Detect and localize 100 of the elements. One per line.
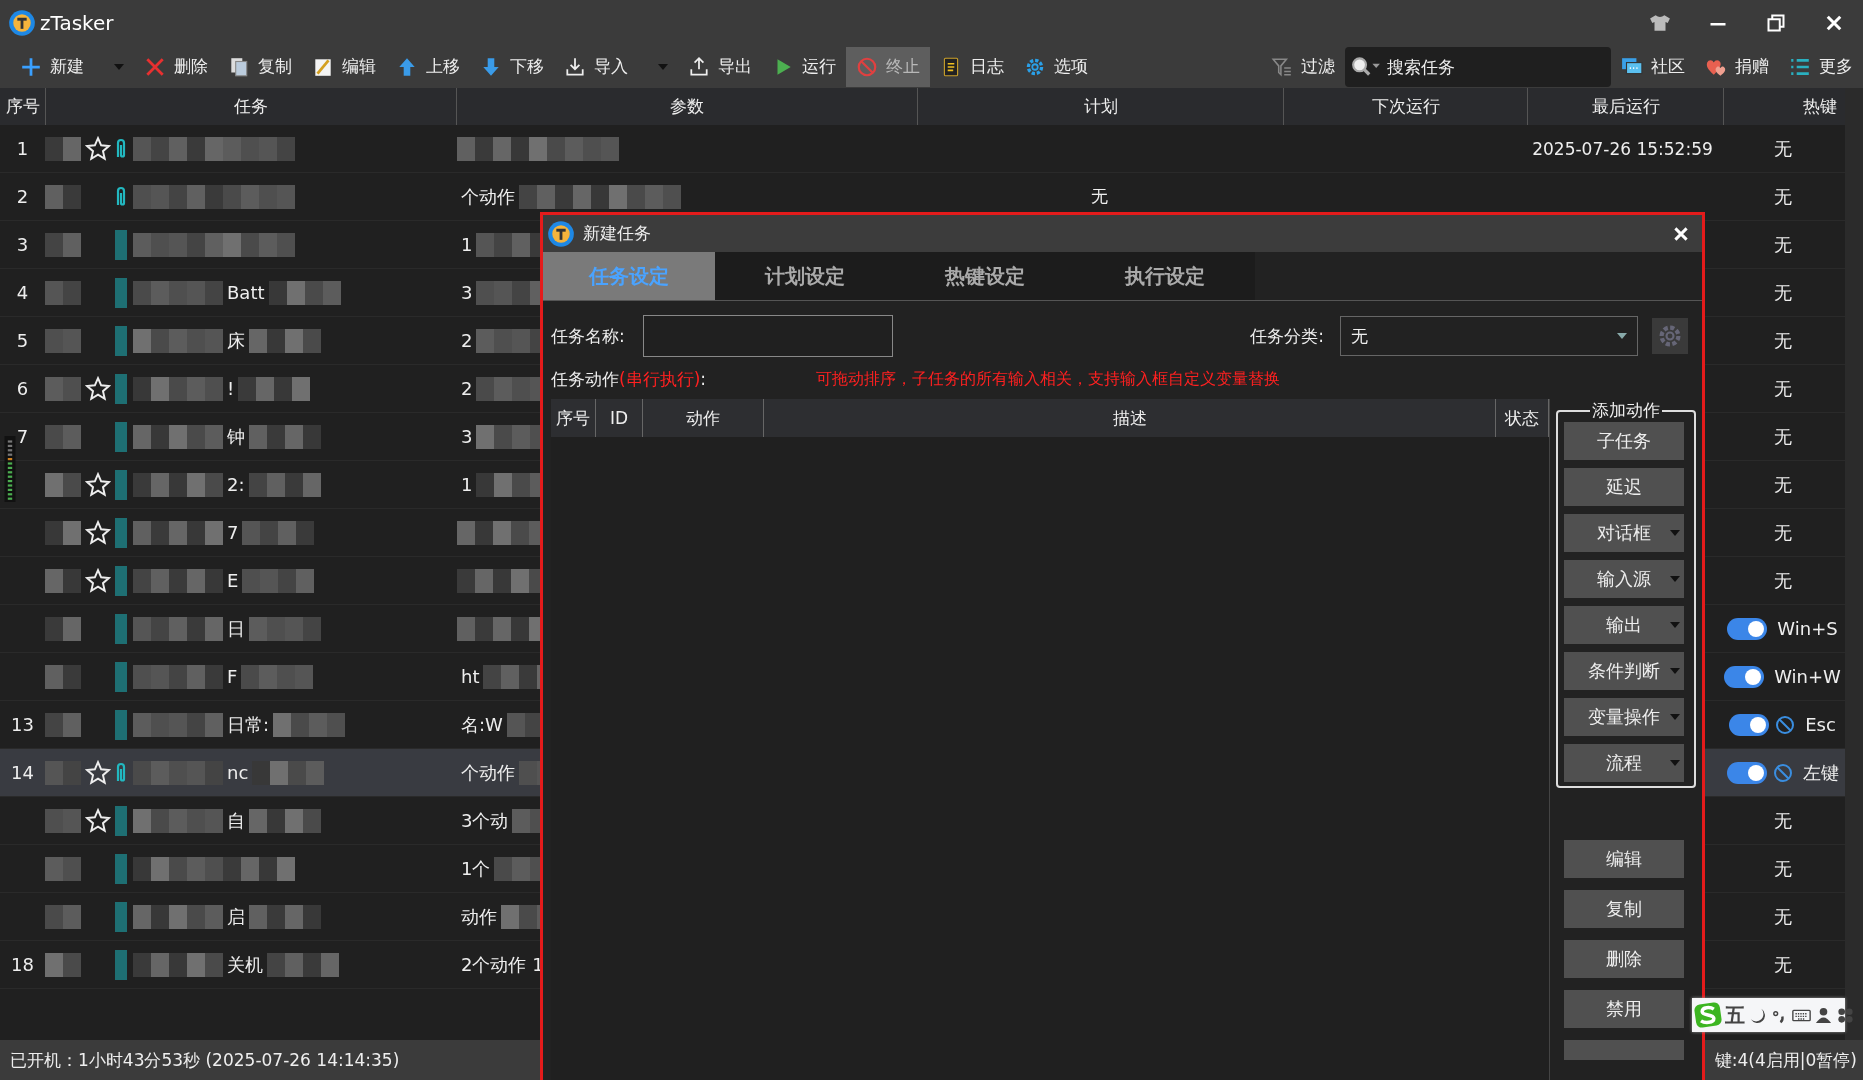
redacted-text bbox=[223, 184, 295, 209]
tab[interactable]: 执行设定 bbox=[1075, 252, 1255, 300]
redacted-icon bbox=[115, 709, 127, 740]
user-icon[interactable] bbox=[1814, 1005, 1833, 1025]
params-text: 个动作 bbox=[460, 760, 516, 785]
column-header[interactable]: 状态 bbox=[1496, 399, 1549, 437]
toolbar-button[interactable]: 复制 bbox=[218, 46, 302, 87]
hotkey-text: 无 bbox=[1773, 280, 1792, 305]
toolbar-button[interactable]: 运行 bbox=[762, 46, 846, 87]
task-name: 2: bbox=[226, 474, 246, 495]
params-text: 2 bbox=[460, 330, 474, 351]
toggle-switch[interactable] bbox=[1726, 761, 1767, 784]
category-dropdown[interactable]: 无 bbox=[1340, 316, 1638, 356]
toolbar-button[interactable]: 导入 bbox=[554, 46, 678, 87]
row-number: 18 bbox=[11, 954, 34, 975]
column-header[interactable]: 动作 bbox=[643, 399, 764, 437]
hotkey-text: 无 bbox=[1773, 952, 1792, 977]
tab[interactable]: 热键设定 bbox=[895, 252, 1075, 300]
toggle-switch[interactable] bbox=[1724, 665, 1765, 688]
field-label: 任务分类: bbox=[1250, 324, 1324, 348]
tab[interactable]: 计划设定 bbox=[715, 252, 895, 300]
redacted-icon bbox=[115, 277, 127, 308]
hotkey-text: 无 bbox=[1773, 520, 1792, 545]
action-button[interactable]: 输出 bbox=[1564, 606, 1684, 644]
toolbar-button[interactable]: 删除 bbox=[134, 46, 218, 87]
restore-icon[interactable] bbox=[1765, 12, 1787, 33]
task-name: 床 bbox=[226, 328, 246, 353]
input-method-logo-icon[interactable] bbox=[1694, 1001, 1722, 1029]
toolbar-button[interactable]: 日志 bbox=[930, 46, 1014, 87]
toolbar-button[interactable]: 上移 bbox=[386, 46, 470, 87]
row-number: 6 bbox=[16, 378, 29, 399]
redacted-text bbox=[45, 424, 81, 449]
params-text: 1 bbox=[460, 474, 474, 495]
caret-icon bbox=[1670, 668, 1680, 674]
column-header[interactable]: 序号 bbox=[0, 88, 46, 125]
action-button[interactable]: 输入源 bbox=[1564, 560, 1684, 598]
action-button[interactable]: 复制 bbox=[1564, 890, 1684, 928]
task-name-field[interactable] bbox=[642, 315, 893, 357]
toolbar-button[interactable]: 社区 bbox=[1611, 46, 1695, 87]
action-button[interactable]: 禁用 bbox=[1564, 990, 1684, 1028]
toolbar-button[interactable]: 新建 bbox=[10, 46, 134, 87]
window-title: zTasker bbox=[40, 10, 114, 35]
shirt-icon[interactable] bbox=[1649, 12, 1671, 33]
redacted-text bbox=[249, 616, 321, 641]
grid-icon[interactable] bbox=[1836, 1005, 1855, 1025]
toolbar-button[interactable]: 编辑 bbox=[302, 46, 386, 87]
schedule-text: 无 bbox=[1091, 185, 1108, 208]
task-name: 自 bbox=[226, 808, 246, 833]
action-button[interactable]: 删除 bbox=[1564, 940, 1684, 978]
action-button[interactable]: 流程 bbox=[1564, 744, 1684, 782]
toolbar-button[interactable]: 下移 bbox=[470, 46, 554, 87]
star-icon[interactable] bbox=[85, 375, 111, 402]
caret-icon bbox=[1670, 530, 1680, 536]
hotkey-text: 无 bbox=[1773, 808, 1792, 833]
redacted-text bbox=[223, 856, 295, 881]
group-title: 添加动作 bbox=[1591, 399, 1661, 422]
hotkey-text: 无 bbox=[1773, 856, 1792, 881]
action-button[interactable]: 编辑 bbox=[1564, 840, 1684, 878]
redacted-icon bbox=[115, 901, 127, 932]
scrollbar[interactable] bbox=[1845, 88, 1863, 1040]
toolbar-button[interactable]: 更多 bbox=[1779, 46, 1863, 87]
toolbar-button[interactable]: 选项 bbox=[1014, 46, 1098, 87]
column-header[interactable]: 序号 bbox=[551, 399, 596, 437]
star-icon[interactable] bbox=[85, 519, 111, 546]
filter-button[interactable]: 过滤 bbox=[1261, 46, 1345, 87]
hotkey-count: 键:4(4启用|0暂停) bbox=[1714, 1048, 1857, 1072]
toolbar-button[interactable]: 导出 bbox=[678, 46, 762, 87]
column-header[interactable]: 热键 bbox=[1724, 88, 1845, 125]
column-header[interactable]: 下次运行 bbox=[1284, 88, 1528, 125]
toolbar-button[interactable]: 捐赠 bbox=[1695, 46, 1779, 87]
params-text: ht bbox=[460, 666, 481, 687]
toggle-switch[interactable] bbox=[1729, 713, 1770, 736]
action-button[interactable]: 延迟 bbox=[1564, 468, 1684, 506]
input-mode-text[interactable]: 五 bbox=[1725, 1001, 1745, 1029]
action-button[interactable]: 条件判断 bbox=[1564, 652, 1684, 690]
search-field[interactable]: 搜索任务 bbox=[1381, 46, 1611, 87]
column-header[interactable]: 参数 bbox=[457, 88, 918, 125]
redacted-text bbox=[45, 760, 81, 785]
star-icon[interactable] bbox=[85, 135, 111, 162]
column-header[interactable]: ID bbox=[596, 399, 643, 437]
actions-table[interactable]: 序号 ID 动作 描述 状态 bbox=[551, 399, 1550, 1080]
star-icon[interactable] bbox=[85, 807, 111, 834]
column-header[interactable]: 最后运行 bbox=[1528, 88, 1724, 125]
redacted-text bbox=[45, 232, 81, 257]
column-header[interactable]: 计划 bbox=[918, 88, 1284, 125]
column-header[interactable]: 描述 bbox=[764, 399, 1496, 437]
caret-icon bbox=[1670, 714, 1680, 720]
star-icon[interactable] bbox=[85, 759, 111, 786]
toggle-switch[interactable] bbox=[1727, 617, 1768, 640]
task-name: 钟 bbox=[226, 424, 246, 449]
redacted-text bbox=[45, 904, 81, 929]
column-header[interactable]: 任务 bbox=[46, 88, 457, 125]
action-button[interactable]: 子任务 bbox=[1564, 422, 1684, 460]
action-button[interactable]: 变量操作 bbox=[1564, 698, 1684, 736]
caret-icon bbox=[1670, 576, 1680, 582]
redacted-text bbox=[249, 424, 321, 449]
star-icon[interactable] bbox=[85, 567, 111, 594]
close-icon[interactable] bbox=[1672, 224, 1690, 243]
star-icon[interactable] bbox=[85, 471, 111, 498]
action-button[interactable]: 对话框 bbox=[1564, 514, 1684, 552]
